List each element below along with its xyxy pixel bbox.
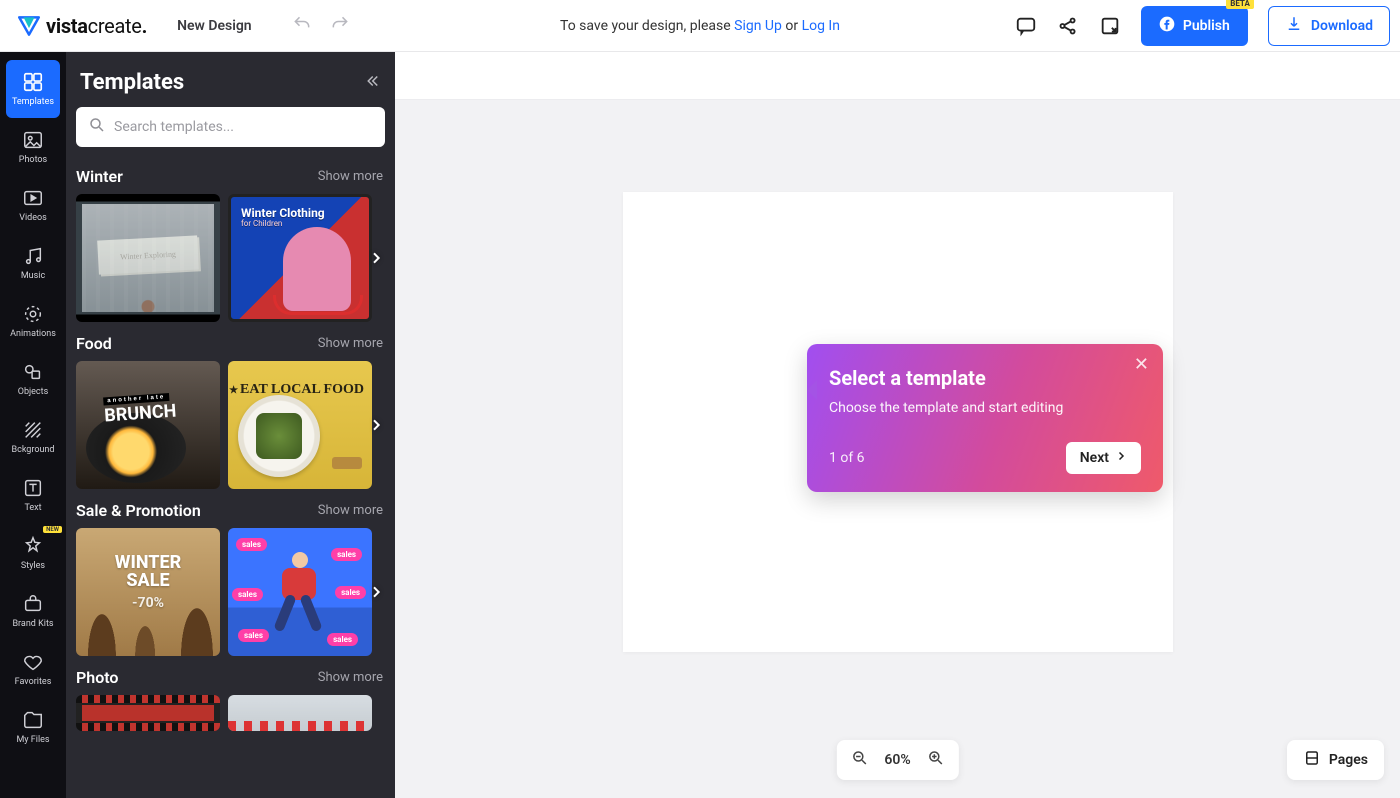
row-next-icon[interactable] — [363, 579, 389, 605]
template-thumb[interactable]: sales sales sales sales sales sales — [228, 528, 372, 656]
show-more-link[interactable]: Show more — [318, 336, 383, 351]
template-thumb[interactable]: Winter Exploring — [76, 194, 220, 322]
category-title: Sale & Promotion — [76, 501, 201, 520]
facebook-icon — [1159, 16, 1175, 36]
popover-body: Choose the template and start editing — [829, 400, 1141, 416]
rail-text[interactable]: Text — [6, 466, 60, 524]
rail-myfiles[interactable]: My Files — [6, 698, 60, 756]
comments-icon[interactable] — [1015, 15, 1037, 37]
category-winter: Winter Show more Winter Exploring Winter… — [76, 163, 385, 322]
category-sale: Sale & Promotion Show more WINTERSALE-70… — [76, 497, 385, 656]
search-input[interactable] — [114, 119, 373, 135]
undo-icon[interactable] — [292, 14, 312, 38]
panel-title: Templates — [80, 70, 184, 95]
brand-text: vistacreate. — [46, 14, 147, 38]
template-thumb[interactable]: another lateBRUNCH — [76, 361, 220, 489]
popover-step: 1 of 6 — [829, 450, 865, 466]
beta-badge: BETA — [1226, 0, 1254, 9]
download-button[interactable]: Download — [1268, 6, 1390, 46]
template-thumb[interactable]: EAT LOCAL FOOD — [228, 361, 372, 489]
thumb-text: EAT LOCAL FOOD — [229, 383, 364, 398]
rail-animations[interactable]: Animations — [6, 292, 60, 350]
row-next-icon[interactable] — [363, 245, 389, 271]
design-title[interactable]: New Design — [177, 18, 252, 34]
category-title: Winter — [76, 167, 123, 186]
collapse-icon[interactable] — [363, 72, 381, 94]
template-thumb[interactable] — [228, 695, 372, 731]
zoom-controls: 60% — [836, 740, 958, 780]
history-controls — [292, 14, 350, 38]
popover-next-button[interactable]: Next — [1066, 442, 1141, 474]
template-thumb[interactable]: WINTERSALE-70% — [76, 528, 220, 656]
thumb-text: Winter Clothingfor Children — [241, 207, 325, 229]
rail-styles[interactable]: NEW Styles — [6, 524, 60, 582]
onboarding-popover: ✕ Select a template Choose the template … — [807, 344, 1163, 492]
top-bar: vistacreate. New Design To save your des… — [0, 0, 1400, 52]
close-icon[interactable]: ✕ — [1134, 356, 1149, 374]
row-next-icon[interactable] — [363, 412, 389, 438]
templates-panel: Templates Winter Show more Winter Explor… — [66, 52, 395, 798]
category-food: Food Show more another lateBRUNCH EAT LO… — [76, 330, 385, 489]
rail-objects[interactable]: Objects — [6, 350, 60, 408]
show-more-link[interactable]: Show more — [318, 503, 383, 518]
zoom-in-icon[interactable] — [927, 749, 945, 771]
rail-videos[interactable]: Videos — [6, 176, 60, 234]
template-thumb[interactable]: Winter Clothingfor Children — [228, 194, 372, 322]
search-box[interactable] — [76, 107, 385, 147]
publish-wrap: BETA Publish — [1141, 6, 1248, 46]
pages-icon — [1303, 749, 1321, 771]
thumb-text: WINTERSALE-70% — [76, 554, 220, 610]
show-more-link[interactable]: Show more — [318, 169, 383, 184]
redo-icon[interactable] — [330, 14, 350, 38]
share-icon[interactable] — [1057, 15, 1079, 37]
logo-icon — [16, 13, 42, 39]
rail-brandkits[interactable]: Brand Kits — [6, 582, 60, 640]
canvas-area: ✕ Select a template Choose the template … — [395, 52, 1400, 798]
artboard-toolbar — [395, 52, 1400, 100]
tool-rail: Templates Photos Videos Music Animations… — [0, 52, 66, 798]
resize-icon[interactable] — [1099, 15, 1121, 37]
search-icon — [88, 116, 106, 138]
category-title: Food — [76, 334, 112, 353]
rail-templates[interactable]: Templates — [6, 60, 60, 118]
rail-photos[interactable]: Photos — [6, 118, 60, 176]
login-link[interactable]: Log In — [802, 18, 840, 34]
brand-logo[interactable]: vistacreate. — [10, 13, 153, 39]
pages-button[interactable]: Pages — [1287, 740, 1384, 780]
new-badge: NEW — [43, 526, 62, 533]
template-thumb[interactable] — [76, 695, 220, 731]
zoom-out-icon[interactable] — [850, 749, 868, 771]
category-photo: Photo Show more — [76, 664, 385, 731]
category-title: Photo — [76, 668, 118, 687]
zoom-level: 60% — [884, 752, 910, 768]
thumb-text: Winter Exploring — [97, 235, 199, 274]
chevron-right-icon — [1115, 450, 1127, 466]
download-icon — [1285, 15, 1303, 37]
rail-music[interactable]: Music — [6, 234, 60, 292]
thumb-text: another lateBRUNCH — [103, 393, 177, 427]
rail-background[interactable]: Bckground — [6, 408, 60, 466]
popover-title: Select a template — [829, 366, 1141, 390]
rail-favorites[interactable]: Favorites — [6, 640, 60, 698]
publish-button[interactable]: Publish — [1141, 6, 1248, 46]
signup-link[interactable]: Sign Up — [734, 18, 782, 34]
show-more-link[interactable]: Show more — [318, 670, 383, 685]
